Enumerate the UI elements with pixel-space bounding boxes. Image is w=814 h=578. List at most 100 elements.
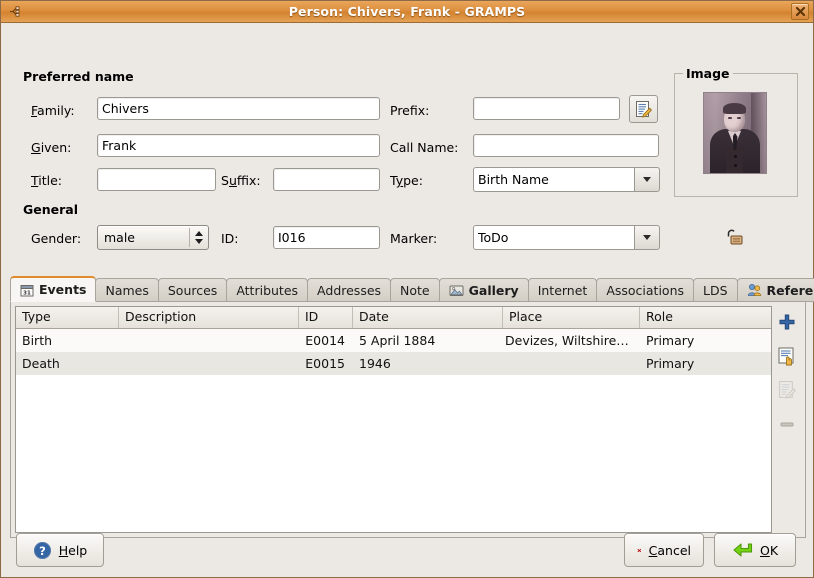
events-toolbar (772, 306, 802, 533)
ok-button-label: OK (759, 542, 779, 558)
tab-associations[interactable]: Associations (596, 278, 695, 302)
gender-label: Gender: (31, 231, 82, 246)
cancel-button[interactable]: Cancel (624, 533, 704, 567)
tab-note-label: Note (400, 282, 430, 298)
cell-type: Death (22, 356, 60, 371)
action-bar: ? Help Cancel OK (10, 531, 804, 569)
gender-value: male (104, 230, 135, 245)
chevron-up-icon (195, 231, 203, 236)
cell-date: 5 April 1884 (359, 333, 436, 348)
tab-attributes-label: Attributes (236, 282, 299, 298)
column-header-description[interactable]: Description (119, 307, 299, 328)
tab-references[interactable]: References (736, 278, 814, 302)
table-row[interactable]: Death E0015 1946 Primary (16, 352, 771, 375)
photo-button-lower (734, 164, 737, 167)
photo-eye-left (728, 117, 732, 119)
general-heading: General (23, 202, 78, 217)
photo-eye-right (737, 117, 741, 119)
dialog-body: Preferred name Family: Given: Title: Suf… (1, 23, 814, 577)
privacy-button[interactable] (723, 226, 745, 251)
gender-option-menu[interactable]: male (97, 225, 209, 250)
references-icon (747, 284, 761, 296)
suffix-label: Suffix: (221, 173, 261, 188)
events-list[interactable]: Type Description ID Date Place Role Birt… (15, 306, 772, 533)
add-event-button[interactable] (775, 310, 799, 334)
svg-text:?: ? (39, 544, 46, 558)
photo-vest (726, 147, 743, 173)
prefix-input[interactable] (473, 97, 620, 120)
column-header-role[interactable]: Role (640, 307, 771, 328)
edit-name-button[interactable] (629, 95, 658, 123)
person-photo[interactable] (703, 92, 767, 174)
tab-references-label: References (766, 282, 814, 298)
name-type-combo[interactable]: Birth Name (473, 167, 660, 192)
cell-date: 1946 (359, 356, 391, 371)
tab-events[interactable]: 31 Events (10, 276, 97, 302)
given-input[interactable] (97, 134, 380, 157)
chevron-down-icon (195, 239, 203, 244)
tab-internet[interactable]: Internet (527, 278, 598, 302)
tab-addresses-label: Addresses (317, 282, 382, 298)
tab-lds[interactable]: LDS (693, 278, 738, 302)
details-notebook: 31 Events Names Sources Attributes Addre… (10, 276, 814, 539)
tab-attributes[interactable]: Attributes (226, 278, 309, 302)
plus-icon (779, 314, 795, 330)
tab-sources[interactable]: Sources (157, 278, 228, 302)
events-list-header: Type Description ID Date Place Role (16, 307, 771, 329)
tab-names-label: Names (105, 282, 149, 298)
calendar-icon: 31 (20, 284, 34, 296)
family-input[interactable] (97, 97, 380, 120)
column-header-place[interactable]: Place (503, 307, 640, 328)
share-event-button[interactable] (775, 344, 799, 368)
edit-document-icon (779, 381, 796, 399)
name-type-dropdown-button[interactable] (634, 167, 660, 192)
cell-id: E0015 (305, 356, 345, 371)
chevron-down-icon (643, 177, 651, 182)
id-input[interactable] (273, 226, 380, 249)
preferred-name-heading: Preferred name (23, 69, 134, 84)
call-name-input[interactable] (473, 134, 659, 157)
events-tab-page: Type Description ID Date Place Role Birt… (10, 301, 806, 538)
marker-combo[interactable]: ToDo (473, 225, 660, 250)
tab-events-label: Events (39, 282, 87, 297)
cell-id: E0014 (305, 333, 345, 348)
help-button-label: Help (58, 542, 88, 558)
ok-icon (733, 542, 753, 557)
tab-note[interactable]: Note (390, 278, 440, 302)
title-bar: Person: Chivers, Frank - GRAMPS (1, 1, 813, 23)
tab-gallery[interactable]: Gallery (438, 278, 529, 302)
table-row[interactable]: Birth E0014 5 April 1884 Devizes, Wiltsh… (16, 329, 771, 352)
person-editor-window: Person: Chivers, Frank - GRAMPS Preferre… (0, 0, 814, 578)
window-menu-icon[interactable] (5, 4, 23, 20)
suffix-input[interactable] (273, 168, 380, 191)
id-label: ID: (221, 231, 239, 246)
photo-hair (723, 103, 746, 114)
ok-button[interactable]: OK (714, 533, 796, 567)
svg-text:31: 31 (23, 290, 31, 296)
tab-names[interactable]: Names (95, 278, 159, 302)
given-label: Given: (31, 140, 72, 155)
title-label: Title: (31, 173, 63, 188)
tab-addresses[interactable]: Addresses (307, 278, 392, 302)
column-header-id[interactable]: ID (299, 307, 353, 328)
cell-role: Primary (646, 356, 695, 371)
column-header-date[interactable]: Date (353, 307, 503, 328)
name-type-value: Birth Name (473, 167, 634, 192)
help-button[interactable]: ? Help (16, 533, 104, 567)
title-input[interactable] (97, 168, 216, 191)
column-header-type[interactable]: Type (16, 307, 119, 328)
tab-gallery-label: Gallery (468, 282, 519, 298)
minus-icon (780, 422, 794, 427)
close-button[interactable] (791, 3, 809, 20)
name-type-label: Type: (390, 173, 423, 188)
marker-dropdown-button[interactable] (634, 225, 660, 250)
edit-event-button (775, 378, 799, 402)
tab-associations-label: Associations (606, 282, 685, 298)
cancel-icon (637, 548, 642, 552)
help-icon: ? (33, 541, 51, 559)
marker-label: Marker: (390, 231, 438, 246)
cancel-button-label: Cancel (648, 542, 691, 558)
gender-stepper-arrows[interactable] (190, 231, 208, 244)
tab-strip: 31 Events Names Sources Attributes Addre… (10, 276, 814, 302)
image-frame: Image (674, 66, 798, 197)
